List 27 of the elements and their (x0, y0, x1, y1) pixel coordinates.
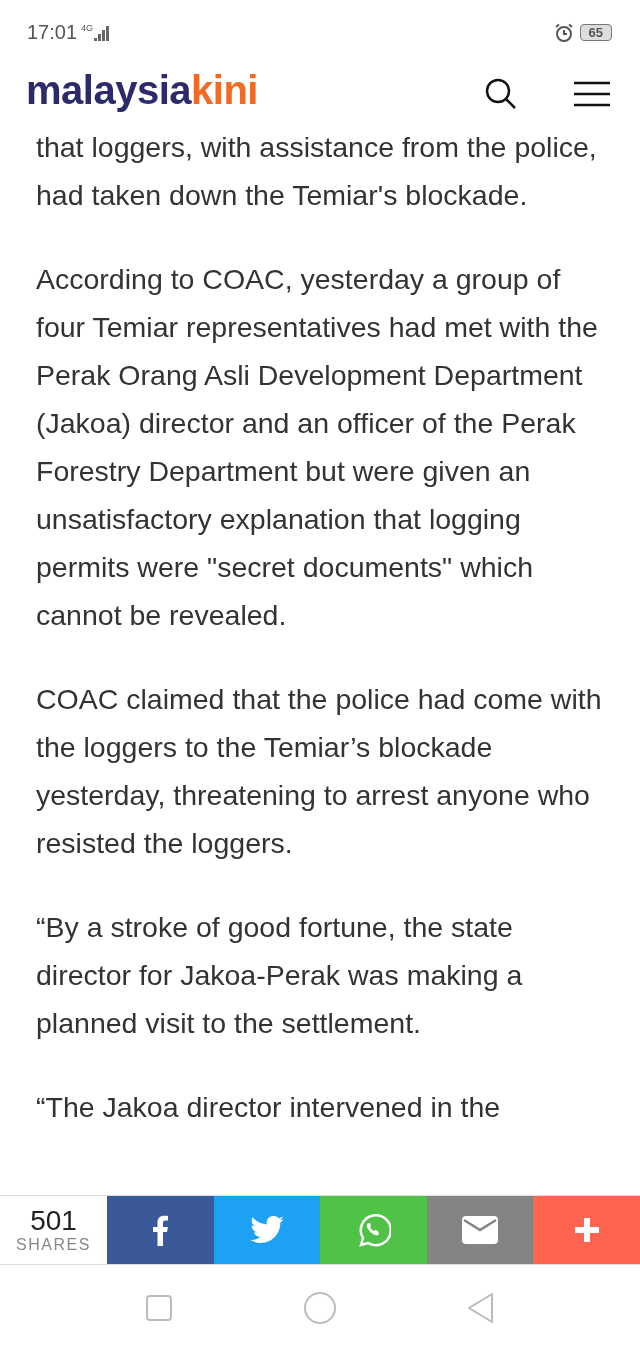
facebook-share-button[interactable] (107, 1196, 214, 1264)
whatsapp-share-button[interactable] (320, 1196, 427, 1264)
envelope-icon (462, 1216, 499, 1244)
article-paragraph: that loggers, with assistance from the police, had taken down the Temiar's blockade. (36, 130, 598, 213)
bird-icon (249, 1216, 284, 1244)
alarm-icon (553, 22, 574, 43)
search-icon[interactable] (484, 77, 518, 111)
signal-icon (94, 25, 111, 42)
more-share-button[interactable] (533, 1196, 640, 1264)
status-time: 17:01 (27, 21, 78, 44)
menu-icon[interactable] (574, 81, 610, 107)
battery-indicator: 65 (579, 24, 612, 41)
article-paragraph: According to COAC, yesterday a group of four Temiar representatives had met with the Perak Orang Asli Development Department (Jakoa) director and an officer of the Perak Forestry Department but were given an unsatisfactory explanation that logging permits were "secret documents" which cannot be revealed. (36, 262, 599, 633)
email-share-button[interactable] (426, 1196, 534, 1264)
article-paragraph: COAC claimed that the police had come with the loggers to the Temiar’s blockade yesterday, threatening to arrest anyone who resisted the loggers. (36, 682, 603, 861)
shares-label: SHARES (16, 1236, 91, 1255)
article-paragraph: “The Jakoa director intervened in the (36, 1090, 502, 1125)
home-icon[interactable] (303, 1291, 337, 1325)
network-type: 4G (81, 23, 94, 33)
twitter-share-button[interactable] (213, 1196, 321, 1264)
facebook-icon (151, 1214, 170, 1246)
plus-icon (573, 1217, 600, 1243)
back-icon[interactable] (467, 1292, 495, 1324)
logo[interactable]: malaysiakini (26, 70, 484, 110)
share-count: 501 (30, 1205, 77, 1237)
square-icon[interactable] (145, 1294, 173, 1322)
article-paragraph: “By a stroke of good fortune, the state director for Jakoa-Perak was making a planned visit to the settlement. (36, 910, 524, 1041)
